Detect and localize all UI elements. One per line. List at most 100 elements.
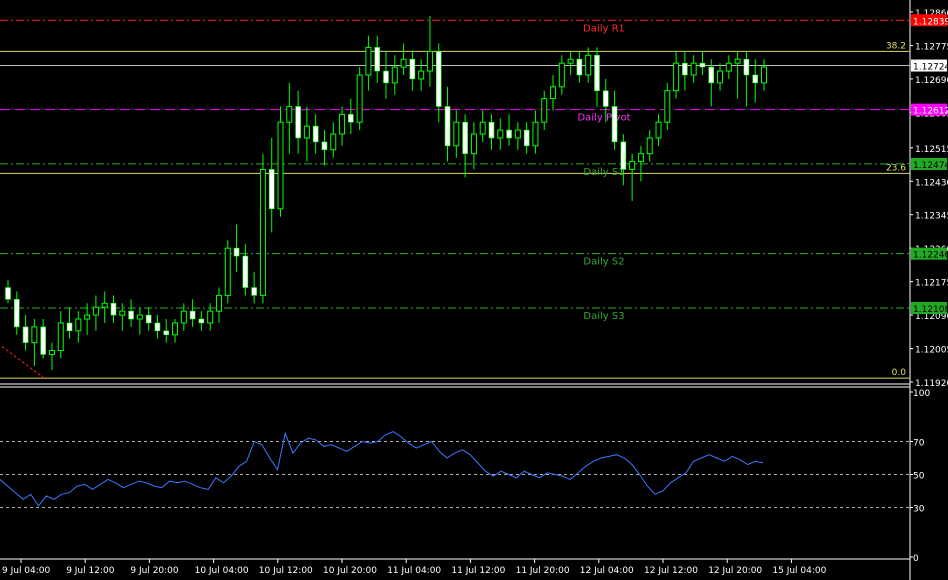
candle [277, 106, 284, 217]
candle-body-down [611, 106, 618, 143]
candle-body-down [13, 299, 20, 328]
candle-body-down [620, 141, 627, 170]
candle-body-down [594, 54, 600, 92]
candle-body-up [356, 74, 363, 123]
fibo-level-label: 0.0 [892, 368, 907, 378]
candle-body-up [259, 168, 266, 296]
candle-body-up [48, 350, 55, 355]
candle-body-up [550, 86, 557, 100]
candle-body-up [470, 133, 477, 155]
candle-body-up [558, 62, 565, 88]
candle-body-down [348, 114, 354, 123]
candle-body-up [75, 318, 82, 332]
level-price-tag-label: 1.12612 [913, 107, 948, 117]
price-tick-label: 1.12175 [915, 279, 948, 289]
candle-body-up [725, 62, 732, 72]
candle-body-down [374, 47, 381, 72]
candle-body-up [734, 58, 741, 64]
price-chart[interactable]: 38.2 23.6 0.0 Daily R1 Daily Pivot Daily S1 D… [0, 0, 948, 580]
candle-body-up [207, 310, 214, 324]
time-tick-label: 12 Jul 12:00 [644, 566, 698, 576]
candle-body-down [444, 106, 451, 147]
fibo-level-label: 23.6 [886, 163, 906, 173]
candle-body-down [251, 287, 257, 296]
level-price-tag-label: 1.12474 [913, 161, 948, 171]
candle-body-down [682, 62, 688, 76]
candle-body-down [321, 141, 328, 151]
candle-body-down [506, 129, 512, 139]
candle-body-down [233, 247, 240, 257]
level-label: Daily S3 [583, 311, 624, 322]
candle-body-up [365, 46, 372, 76]
candle-body-up [303, 125, 310, 139]
candle-body-down [576, 58, 583, 76]
level-label: Daily Pivot [577, 113, 630, 124]
candle-body-down [743, 58, 750, 76]
candle-body-up [673, 62, 680, 92]
indicator-tick-label: 100 [913, 389, 930, 399]
current-price-label: 1.12724 [913, 63, 948, 73]
candle-body-up [400, 58, 407, 68]
candle-body-up [453, 121, 460, 147]
candle-body-up [224, 247, 231, 296]
candle-body-down [198, 318, 205, 324]
price-tick-label: 1.12345 [915, 212, 948, 222]
candle-body-down [66, 322, 73, 332]
candle [224, 240, 231, 304]
price-tick-label: 1.12005 [915, 346, 948, 356]
candle-body-up [136, 314, 143, 320]
level-price-tag-label: 1.12839 [913, 17, 948, 27]
candle-body-up [339, 113, 346, 135]
level-label: Daily S1 [583, 167, 624, 178]
candle-body-down [189, 310, 196, 320]
candle-body-up [514, 129, 521, 139]
time-tick-label: 10 Jul 04:00 [195, 566, 249, 576]
candle-body-up [31, 326, 38, 344]
candle-body-down [154, 322, 161, 332]
candle-body-up [215, 294, 222, 312]
level-label: Daily R1 [583, 23, 625, 34]
candle-body-up [84, 314, 91, 320]
candle-body-down [752, 74, 759, 84]
candle-body-up [646, 137, 653, 155]
price-tick-label: 1.12775 [915, 42, 948, 52]
time-tick-label: 11 Jul 20:00 [516, 566, 570, 576]
candle-body-down [40, 326, 46, 355]
time-tick-label: 11 Jul 12:00 [451, 566, 505, 576]
indicator-tick-label: 50 [913, 472, 925, 482]
time-tick-label: 10 Jul 12:00 [259, 566, 313, 576]
candle-body-up [101, 302, 108, 308]
candle-body-down [22, 326, 29, 343]
candle-body-up [629, 161, 636, 170]
candle-body-up [391, 66, 398, 84]
candle-body-up [330, 133, 337, 151]
candle-body-up [567, 58, 574, 64]
candle-body-down [242, 255, 249, 288]
candle-body-up [532, 121, 539, 147]
indicator-tick-label: 70 [913, 439, 925, 449]
candle-body-up [180, 310, 187, 324]
candle-body-down [5, 287, 11, 300]
price-tick-label: 1.12690 [915, 76, 948, 86]
candle-body-up [761, 66, 767, 84]
candle-body-down [462, 121, 468, 155]
candle-body-up [57, 322, 64, 352]
candle-body-down [488, 121, 495, 139]
candle-body-up [172, 322, 179, 336]
candle-body-up [286, 105, 293, 123]
time-tick-label: 9 Jul 04:00 [2, 566, 51, 576]
candle-body-down [699, 62, 706, 68]
candle-body-up [426, 50, 433, 72]
level-label: Daily S2 [583, 257, 624, 268]
time-tick-label: 9 Jul 20:00 [130, 566, 179, 576]
candle-body-down [409, 58, 416, 80]
candle-body-up [664, 90, 671, 123]
level-price-tag-label: 1.12108 [913, 305, 948, 315]
price-tick-label: 1.11920 [915, 379, 948, 389]
candle-body-up [637, 153, 644, 163]
candle-body-down [523, 129, 530, 147]
candle-body-down [708, 66, 715, 84]
price-tick-label: 1.12430 [915, 178, 948, 188]
candle [356, 67, 363, 131]
price-tick-label: 1.12515 [915, 145, 948, 155]
